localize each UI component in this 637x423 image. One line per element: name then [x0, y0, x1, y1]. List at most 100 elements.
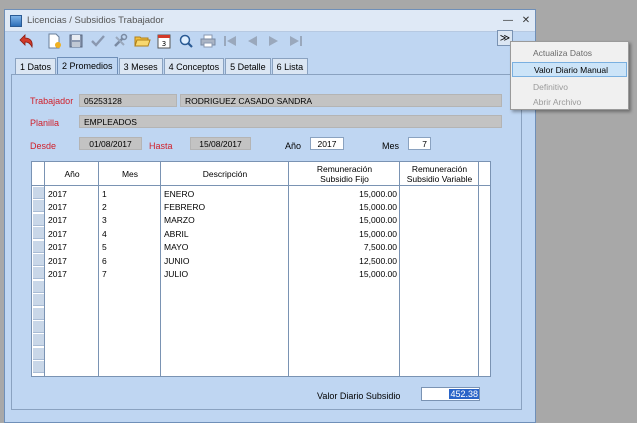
cell-anio[interactable]: 2017	[48, 227, 96, 240]
cell-subsidio-fijo[interactable]: 15,000.00	[292, 227, 397, 240]
close-icon[interactable]: ✕	[517, 14, 535, 28]
cell-descripcion[interactable]: JULIO	[164, 267, 286, 280]
check-icon[interactable]	[87, 31, 109, 52]
tab-datos[interactable]: 1 Datos	[15, 58, 57, 74]
anio-label: Año	[285, 141, 302, 151]
cell-subsidio-fijo[interactable]: 15,000.00	[292, 187, 397, 200]
column-header-mes[interactable]: Mes	[99, 162, 161, 186]
row-selector[interactable]	[33, 227, 44, 240]
context-menu: Actualiza Datos Valor Diario Manual Defi…	[510, 41, 629, 110]
row-selector[interactable]	[33, 187, 44, 199]
row-selector[interactable]	[33, 213, 44, 226]
planilla-field[interactable]: EMPLEADOS	[79, 115, 502, 128]
cell-subsidio-fijo[interactable]: 7,500.00	[292, 241, 397, 254]
cell-descripcion[interactable]: ABRIL	[164, 227, 286, 240]
row-selector[interactable]	[33, 334, 44, 347]
cell-anio[interactable]: 2017	[48, 187, 96, 200]
cell-mes[interactable]: 3	[102, 214, 158, 227]
title-bar: Licencias / Subsidios Trabajador — ✕	[5, 10, 535, 32]
undo-icon[interactable]	[15, 31, 37, 52]
tab-meses[interactable]: 3 Meses	[118, 58, 163, 74]
app-icon	[10, 14, 22, 27]
column-header-anio[interactable]: Año	[45, 162, 99, 186]
new-document-icon[interactable]	[43, 31, 65, 52]
cell-subsidio-variable[interactable]	[403, 187, 476, 200]
tab-detalle[interactable]: 5 Detalle	[225, 58, 271, 74]
cell-descripcion[interactable]: FEBRERO	[164, 200, 286, 213]
cell-subsidio-variable[interactable]	[403, 267, 476, 280]
row-selector[interactable]	[33, 294, 44, 307]
promedios-grid: Año Mes Descripción Remuneración Subsidi…	[31, 161, 491, 377]
prev-icon[interactable]	[241, 31, 263, 52]
menu-item-actualiza-datos[interactable]: Actualiza Datos	[512, 45, 627, 60]
cell-mes[interactable]: 6	[102, 254, 158, 267]
row-selector[interactable]	[33, 361, 44, 374]
row-selector[interactable]	[33, 267, 44, 280]
cell-anio[interactable]: 2017	[48, 241, 96, 254]
print-icon[interactable]	[197, 31, 219, 52]
cell-subsidio-variable[interactable]	[403, 200, 476, 213]
row-selector[interactable]	[33, 321, 44, 333]
menu-item-valor-diario-manual[interactable]: Valor Diario Manual	[512, 62, 627, 77]
row-selector[interactable]	[33, 254, 44, 266]
column-header-subsidio-variable[interactable]: Remuneración Subsidio Variable	[400, 162, 479, 186]
save-icon[interactable]	[65, 31, 87, 52]
cell-mes[interactable]: 1	[102, 187, 158, 200]
calendar-icon[interactable]: 3	[153, 31, 175, 52]
cell-descripcion[interactable]: MARZO	[164, 214, 286, 227]
cell-mes[interactable]: 2	[102, 200, 158, 213]
cell-subsidio-fijo[interactable]: 15,000.00	[292, 200, 397, 213]
column-header-subsidio-fijo[interactable]: Remuneración Subsidio Fijo	[289, 162, 400, 186]
svg-text:3: 3	[162, 40, 166, 48]
row-selector[interactable]	[33, 240, 44, 253]
tools-icon[interactable]	[109, 31, 131, 52]
desde-label: Desde	[30, 141, 57, 151]
trabajador-label: Trabajador	[30, 96, 74, 106]
tab-lista[interactable]: 6 Lista	[271, 58, 309, 74]
hasta-field[interactable]: 15/08/2017	[190, 137, 251, 150]
row-selector[interactable]	[33, 307, 44, 320]
cell-mes[interactable]: 4	[102, 227, 158, 240]
folder-open-icon[interactable]	[131, 31, 153, 52]
hasta-label: Hasta	[149, 141, 173, 151]
search-icon[interactable]	[175, 31, 197, 52]
minimize-icon[interactable]: —	[499, 14, 517, 28]
cell-mes[interactable]: 7	[102, 267, 158, 280]
cell-descripcion[interactable]: JUNIO	[164, 254, 286, 267]
next-icon[interactable]	[263, 31, 285, 52]
tab-conceptos[interactable]: 4 Conceptos	[163, 58, 225, 74]
desde-field[interactable]: 01/08/2017	[79, 137, 142, 150]
cell-subsidio-variable[interactable]	[403, 254, 476, 267]
cell-subsidio-fijo[interactable]: 12,500.00	[292, 254, 397, 267]
row-selector[interactable]	[33, 200, 44, 213]
cell-descripcion[interactable]: ENERO	[164, 187, 286, 200]
cell-mes[interactable]: 5	[102, 241, 158, 254]
cell-subsidio-variable[interactable]	[403, 227, 476, 240]
first-icon[interactable]	[219, 31, 241, 52]
cell-subsidio-fijo[interactable]: 15,000.00	[292, 267, 397, 280]
cell-descripcion[interactable]: MAYO	[164, 241, 286, 254]
valor-diario-value: 452.38	[449, 389, 479, 399]
cell-anio[interactable]: 2017	[48, 267, 96, 280]
cell-anio[interactable]: 2017	[48, 200, 96, 213]
row-selector[interactable]	[33, 347, 44, 360]
column-header-descripcion[interactable]: Descripción	[161, 162, 289, 186]
menu-item-abrir-archivo[interactable]: Abrir Archivo	[512, 94, 627, 109]
valor-diario-field[interactable]: 452.38	[421, 387, 480, 401]
mes-field[interactable]: 7	[408, 137, 431, 150]
cell-anio[interactable]: 2017	[48, 214, 96, 227]
trabajador-name-field: RODRIGUEZ CASADO SANDRA	[180, 94, 502, 107]
row-selector[interactable]	[33, 280, 44, 293]
mes-label: Mes	[382, 141, 400, 151]
planilla-label: Planilla	[30, 118, 60, 128]
anio-field[interactable]: 2017	[310, 137, 344, 150]
tab-strip: 1 Datos 2 Promedios 3 Meses 4 Conceptos …	[15, 57, 309, 74]
cell-subsidio-variable[interactable]	[403, 241, 476, 254]
trabajador-code-field[interactable]: 05253128	[79, 94, 177, 107]
tab-promedios[interactable]: 2 Promedios	[57, 57, 118, 74]
cell-subsidio-variable[interactable]	[403, 214, 476, 227]
cell-anio[interactable]: 2017	[48, 254, 96, 267]
last-icon[interactable]	[285, 31, 307, 52]
menu-item-definitivo[interactable]: Definitivo	[512, 79, 627, 94]
cell-subsidio-fijo[interactable]: 15,000.00	[292, 214, 397, 227]
